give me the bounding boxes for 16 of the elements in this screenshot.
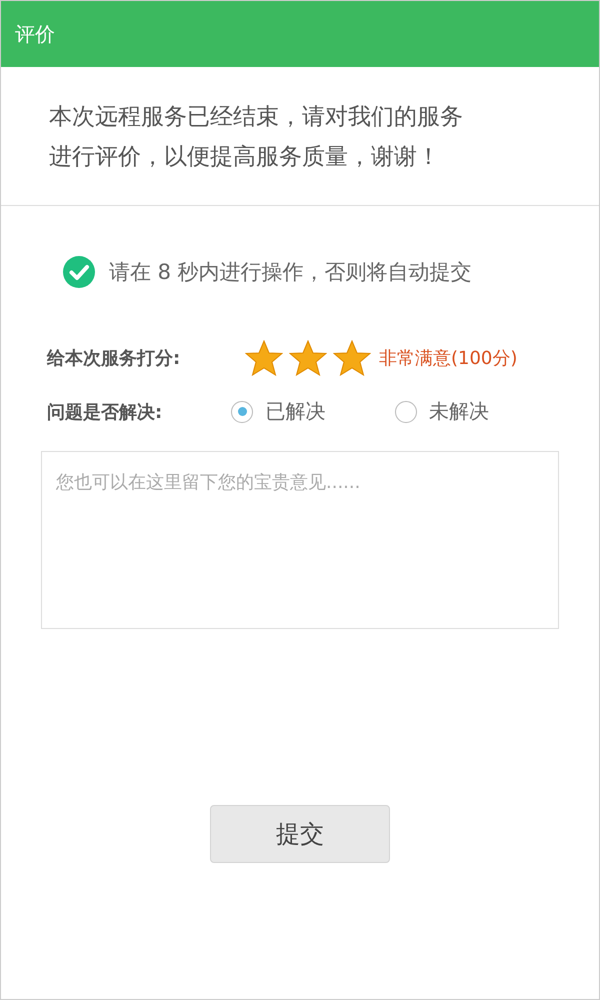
rating-label: 给本次服务打分: [46,347,182,370]
comment-field[interactable]: 您也可以在这里留下您的宝贵意见...... [41,451,559,629]
check-circle-icon [63,256,95,288]
radio-button[interactable] [231,400,254,422]
star-icon[interactable] [245,340,283,376]
message-text: 本次远程服务已经结束，请对我们的服务进行评价，以便提高服务质量，谢谢！ [49,103,464,172]
countdown-notice: 请在 8 秒内进行操作，否则将自动提交 [109,259,472,286]
star-icon[interactable] [333,340,371,376]
radio-button[interactable] [395,400,418,422]
radio-option[interactable]: 已解决 [231,398,396,425]
window-title: 评价 [15,20,55,48]
resolved-label: 问题是否解决: [46,400,164,424]
star-icon[interactable] [289,340,327,376]
radio-option[interactable]: 未解决 [395,398,559,425]
rating-result: 非常满意(100分) [379,347,518,370]
submit-button[interactable]: 提交 [210,805,390,863]
